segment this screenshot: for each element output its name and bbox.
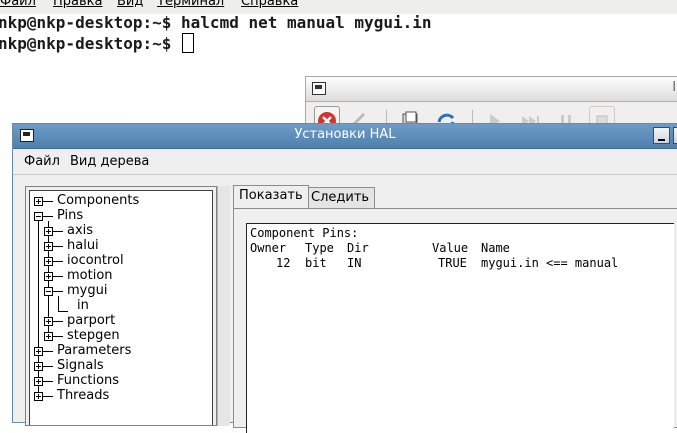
tree-connector (53, 336, 63, 337)
tree-item-pins[interactable]: Pins (57, 208, 83, 223)
expander-vertical (48, 259, 49, 264)
expand-icon[interactable] (34, 362, 43, 371)
tree-connector (43, 396, 53, 397)
expander-vertical (38, 379, 39, 384)
terminal-menu-help[interactable]: Справка (241, 0, 298, 9)
column-owner: Owner (250, 241, 287, 255)
terminal-line-2: nkp@nkp-desktop:~$ (0, 33, 195, 53)
menu-tree-view[interactable]: Вид дерева (70, 154, 149, 169)
column-name: Name (481, 241, 510, 255)
row-dir: IN (347, 256, 362, 270)
tree-item-axis[interactable]: axis (67, 223, 93, 238)
tree-connector (43, 351, 53, 352)
terminal-menu-edit[interactable]: Правка (53, 0, 102, 9)
tree-connector (43, 216, 53, 217)
tree-connector (53, 276, 63, 277)
terminal-command: halcmd net manual mygui.in (181, 13, 432, 32)
column-value: Value (432, 241, 469, 255)
expander-vertical (38, 394, 39, 399)
expander-vertical (38, 199, 39, 204)
expand-icon[interactable] (44, 332, 53, 341)
tree-connector (53, 231, 63, 232)
terminal-menu-view[interactable]: Вид (117, 0, 143, 9)
tree-connector (43, 201, 53, 202)
terminal-prompt: nkp@nkp-desktop:~$ (0, 13, 182, 32)
minimize-button[interactable] (653, 127, 670, 144)
tree-connector (43, 381, 53, 382)
tree-item-components[interactable]: Components (57, 193, 139, 208)
terminal-cursor (182, 33, 195, 53)
background-window-title: l (672, 80, 676, 95)
tree-item-parport[interactable]: parport (67, 313, 115, 328)
expand-icon[interactable] (44, 317, 53, 326)
terminal-prompt: nkp@nkp-desktop:~$ (0, 34, 182, 53)
terminal-menubar: Файл Правка Вид Терминал Справка (0, 0, 677, 14)
column-dir: Dir (347, 241, 369, 255)
expander-vertical (48, 334, 49, 339)
expand-icon[interactable] (44, 272, 53, 281)
row-name: mygui.in <== manual (481, 256, 619, 270)
menu-divider (13, 174, 677, 175)
row-owner: 12 (276, 256, 291, 270)
expand-icon[interactable] (34, 197, 43, 206)
tree-item-in[interactable]: in (77, 298, 89, 313)
tab-content-frame: Component Pins: Owner Type Dir Value Nam… (233, 208, 677, 433)
collapse-icon[interactable] (44, 287, 53, 296)
row-type: bit (305, 256, 327, 270)
terminal-menu-terminal[interactable]: Терминал (157, 0, 224, 9)
tree-item-signals[interactable]: Signals (57, 358, 104, 373)
expand-icon[interactable] (34, 347, 43, 356)
tree-connector (53, 261, 63, 262)
column-type: Type (305, 241, 334, 255)
tree-item-motion[interactable]: motion (67, 268, 113, 283)
hal-menubar: Файл Вид дерева (13, 149, 677, 175)
expand-icon[interactable] (44, 227, 53, 236)
tree-connector (43, 366, 53, 367)
collapse-icon[interactable] (34, 212, 43, 221)
window-menu-icon[interactable] (312, 82, 326, 95)
tree-item-mygui[interactable]: mygui (67, 283, 107, 298)
tree-connector (53, 291, 63, 292)
expander-vertical (48, 319, 49, 324)
tab-show[interactable]: Показать (233, 185, 309, 208)
expander-vertical (48, 229, 49, 234)
pin-info-text[interactable]: Component Pins: Owner Type Dir Value Nam… (246, 223, 674, 433)
tree-connector (58, 296, 59, 312)
tree-item-threads[interactable]: Threads (57, 388, 109, 403)
expander-horizontal (36, 216, 41, 217)
expand-icon[interactable] (44, 257, 53, 266)
terminal-menu-file[interactable]: Файл (0, 0, 36, 9)
expander-vertical (48, 244, 49, 249)
row-value: TRUE (438, 256, 467, 270)
tree-connector (53, 321, 63, 322)
tree-item-parameters[interactable]: Parameters (57, 343, 131, 358)
tree-scrollbar[interactable] (217, 186, 230, 426)
tree-connector (58, 311, 68, 312)
hal-config-window: Установки HAL Файл Вид дерева Components… (12, 123, 677, 433)
maximize-button[interactable] (673, 127, 677, 144)
tab-watch[interactable]: Следить (305, 187, 376, 208)
tree-item-iocontrol[interactable]: iocontrol (67, 253, 124, 268)
minimize-icon (658, 139, 665, 141)
expand-icon[interactable] (34, 377, 43, 386)
pin-info-heading: Component Pins: (250, 226, 359, 240)
expand-icon[interactable] (34, 392, 43, 401)
hal-window-titlebar[interactable]: Установки HAL (13, 124, 677, 149)
expander-vertical (38, 364, 39, 369)
tree-panel: Components Pins axis halui iocontrol motion my… (25, 186, 217, 426)
expander-horizontal (46, 291, 51, 292)
expander-vertical (38, 349, 39, 354)
expander-vertical (48, 274, 49, 279)
tree-item-stepgen[interactable]: stepgen (67, 328, 120, 343)
tree-view[interactable]: Components Pins axis halui iocontrol motion my… (29, 190, 213, 425)
window-title: Установки HAL (294, 127, 396, 142)
menu-file[interactable]: Файл (24, 154, 60, 169)
expand-icon[interactable] (44, 242, 53, 251)
terminal-line-1: nkp@nkp-desktop:~$ halcmd net manual myg… (0, 13, 431, 32)
tree-item-halui[interactable]: halui (67, 238, 99, 253)
tree-connector (53, 246, 63, 247)
background-window-titlebar[interactable]: l (306, 77, 677, 102)
tree-item-functions[interactable]: Functions (57, 373, 119, 388)
